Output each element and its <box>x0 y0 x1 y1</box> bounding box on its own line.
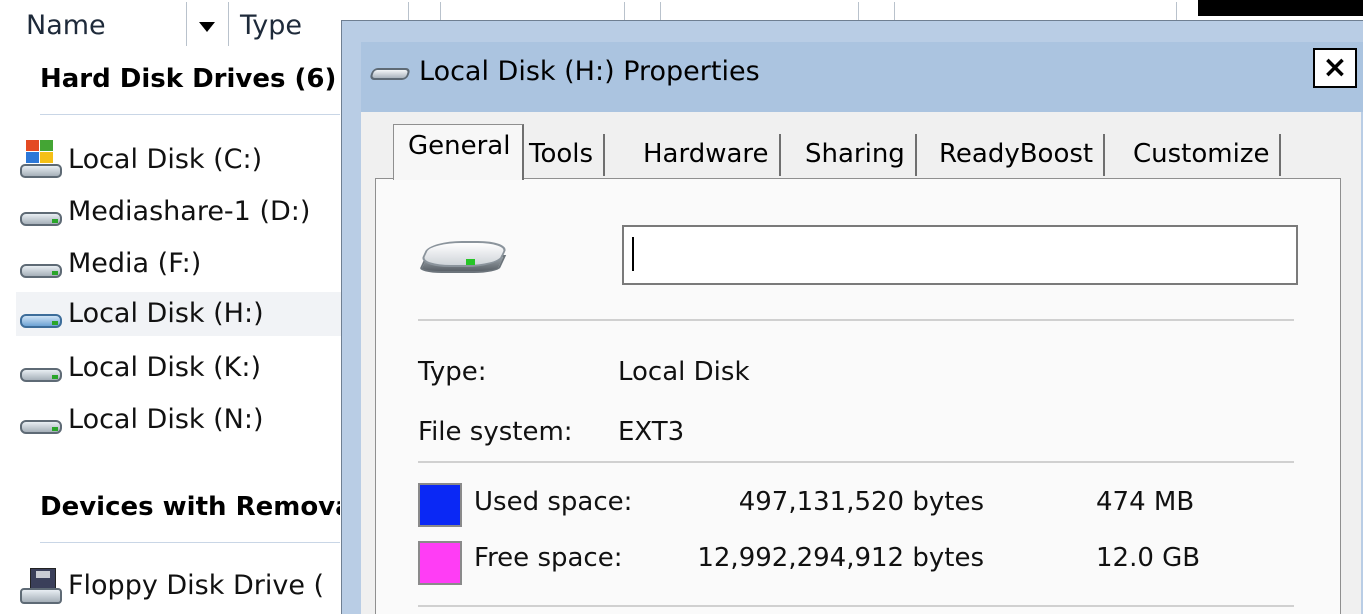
hard-drive-icon <box>369 64 411 86</box>
drive-label: Local Disk (N:) <box>68 404 264 435</box>
column-sort-dropdown-icon[interactable] <box>194 8 220 44</box>
tab-strip: General Tools Hardware Sharing ReadyBoos… <box>377 120 1357 180</box>
used-space-bytes: 497,131,520 bytes <box>738 487 984 517</box>
floppy-drive-icon <box>18 568 64 608</box>
tab-sharing[interactable]: Sharing <box>795 134 917 176</box>
free-space-size: 12.0 GB <box>1096 543 1201 573</box>
used-space-color-swatch <box>418 483 462 527</box>
used-space-label: Used space: <box>474 487 633 517</box>
hard-drive-icon <box>18 364 64 384</box>
column-name-header[interactable]: Name <box>26 10 106 41</box>
type-value: Local Disk <box>618 357 750 387</box>
dialog-title: Local Disk (H:) Properties <box>419 56 760 87</box>
column-separator[interactable] <box>228 2 229 46</box>
group-divider <box>40 114 340 115</box>
column-separator[interactable] <box>186 2 187 46</box>
properties-dialog: Local Disk (H:) Properties × General Too… <box>341 20 1363 614</box>
drive-item-h[interactable]: Local Disk (H:) <box>16 292 346 336</box>
windows-drive-icon <box>18 138 64 180</box>
section-divider <box>418 605 1294 607</box>
used-space-size: 474 MB <box>1096 487 1195 517</box>
hard-drive-icon <box>18 260 64 280</box>
drive-item-f[interactable]: Media (F:) <box>16 242 346 286</box>
drive-label: Media (F:) <box>68 248 202 279</box>
tab-tools[interactable]: Tools <box>519 134 606 176</box>
drive-label: Local Disk (H:) <box>68 298 264 329</box>
tab-general[interactable]: General <box>393 124 525 180</box>
drive-item-c[interactable]: Local Disk (C:) <box>16 138 346 182</box>
group-divider <box>40 542 340 543</box>
drive-item-floppy[interactable]: Floppy Disk Drive ( <box>16 564 346 608</box>
hard-drive-icon <box>417 199 511 295</box>
drive-label: Mediashare-1 (D:) <box>68 196 311 227</box>
dialog-content: General Tools Hardware Sharing ReadyBoos… <box>361 112 1361 614</box>
dialog-titlebar[interactable]: Local Disk (H:) Properties × <box>361 42 1363 112</box>
section-divider <box>418 319 1294 321</box>
group-title-removable-storage[interactable]: Devices with Removable Storage <box>40 492 340 522</box>
group-title-hard-disk-drives[interactable]: Hard Disk Drives (6) <box>40 64 340 94</box>
drive-item-n[interactable]: Local Disk (N:) <box>16 398 346 442</box>
section-divider <box>418 461 1294 463</box>
drive-item-d[interactable]: Mediashare-1 (D:) <box>16 190 346 234</box>
file-system-value: EXT3 <box>618 417 685 447</box>
general-tab-panel: Type: Local Disk File system: EXT3 Used … <box>375 178 1341 614</box>
hard-drive-icon <box>18 416 64 436</box>
drive-item-k[interactable]: Local Disk (K:) <box>16 346 346 390</box>
drive-label: Floppy Disk Drive ( <box>68 570 325 601</box>
type-label: Type: <box>418 357 487 387</box>
drive-label: Local Disk (C:) <box>68 144 263 175</box>
column-type-header[interactable]: Type <box>240 10 302 41</box>
text-caret <box>632 237 634 271</box>
free-space-bytes: 12,992,294,912 bytes <box>697 543 984 573</box>
hard-drive-icon <box>18 310 64 330</box>
tab-hardware[interactable]: Hardware <box>633 134 781 176</box>
free-space-color-swatch <box>418 541 462 585</box>
file-system-label: File system: <box>418 417 573 447</box>
tab-readyboost[interactable]: ReadyBoost <box>929 134 1106 176</box>
volume-label-input[interactable] <box>622 225 1298 285</box>
free-space-label: Free space: <box>474 543 623 573</box>
hard-drive-icon <box>18 208 64 228</box>
tab-customize[interactable]: Customize <box>1123 134 1282 176</box>
window-edge <box>1198 0 1363 16</box>
drive-label: Local Disk (K:) <box>68 352 262 383</box>
close-button[interactable]: × <box>1313 48 1357 88</box>
